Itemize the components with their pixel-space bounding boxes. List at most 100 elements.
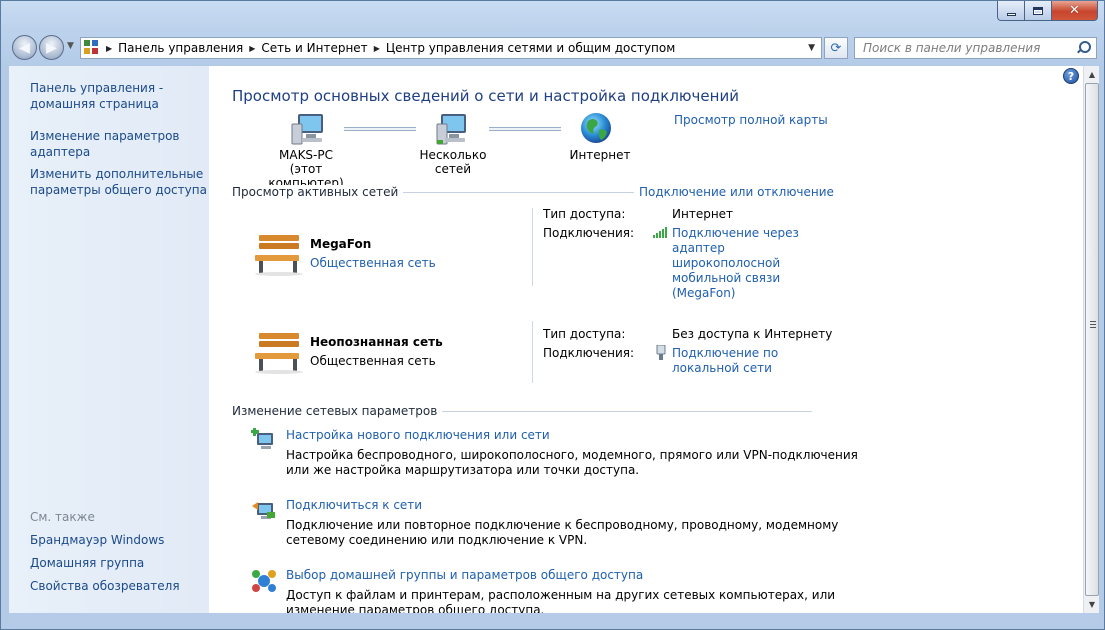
see-also-homegroup[interactable]: Домашняя группа xyxy=(30,555,144,571)
connection-line: мобильной связи xyxy=(672,271,781,285)
sidebar-link-control-panel-home[interactable]: Панель управления - домашняя страница xyxy=(30,80,163,112)
breadcrumb-arrow-icon[interactable]: ▶ xyxy=(106,44,112,53)
network-category-link[interactable]: Общественная сеть xyxy=(310,256,436,270)
forward-button[interactable]: ▶ xyxy=(39,35,64,60)
public-network-bench-icon xyxy=(255,235,303,276)
breadcrumb-network-center[interactable]: Центр управления сетями и общим доступом xyxy=(386,41,675,55)
connection-link-mobile-broadband[interactable]: Подключение через адаптер широкополосной… xyxy=(672,226,799,301)
search-box[interactable]: Поиск в панели управления xyxy=(854,37,1097,59)
scroll-up-icon[interactable]: ▲ xyxy=(1084,66,1100,83)
connection-line: широкополосной xyxy=(672,256,781,270)
navigation-bar: ◀ ▶ ▼ ▶ Панель управления ▶ Сеть и Интер… xyxy=(1,31,1105,63)
back-arrow-icon: ◀ xyxy=(19,39,30,56)
sidebar-link-line: Изменение параметров xyxy=(30,129,180,143)
task-desc-line: изменение параметров общего доступа. xyxy=(286,603,545,613)
task-new-connection-desc: Настройка беспроводного, широкополосного… xyxy=(286,448,858,478)
sidebar-link-line: Изменить дополнительные xyxy=(30,167,204,181)
internet-globe-icon[interactable] xyxy=(580,112,614,146)
breadcrumb-arrow-icon[interactable]: ▶ xyxy=(249,44,255,53)
connection-line: Подключение по xyxy=(672,346,779,360)
network-name-unidentified: Неопознанная сеть xyxy=(310,335,443,349)
map-connector-line xyxy=(489,127,561,131)
maximize-icon xyxy=(1033,6,1043,15)
window-bottom-border xyxy=(9,613,1099,625)
minimize-button[interactable] xyxy=(997,1,1025,21)
ethernet-plug-icon xyxy=(656,345,666,360)
see-also-heading: См. также xyxy=(30,510,95,524)
breadcrumb-network-internet[interactable]: Сеть и Интернет xyxy=(261,41,367,55)
view-full-map-link[interactable]: Просмотр полной карты xyxy=(674,113,828,127)
vertical-separator xyxy=(532,208,533,286)
connect-disconnect-link[interactable]: Подключение или отключение xyxy=(634,185,834,199)
connections-label: Подключения: xyxy=(543,226,635,240)
task-desc-line: Доступ к файлам и принтерам, расположенн… xyxy=(286,588,836,602)
computer-icon xyxy=(291,114,323,145)
see-also-internet-options[interactable]: Свойства обозревателя xyxy=(30,578,180,594)
active-networks-heading: Просмотр активных сетей xyxy=(232,185,404,199)
forward-arrow-icon: ▶ xyxy=(46,39,57,56)
minimize-icon xyxy=(1006,13,1016,16)
homegroup-icon xyxy=(252,570,276,592)
sidebar-link-line: параметры общего доступа xyxy=(30,183,207,197)
maximize-button[interactable] xyxy=(1025,1,1052,21)
breadcrumb-control-panel[interactable]: Панель управления xyxy=(118,41,243,55)
control-panel-icon xyxy=(84,40,100,56)
task-desc-line: Настройка беспроводного, широкополосного… xyxy=(286,448,858,462)
address-bar[interactable]: ▶ Панель управления ▶ Сеть и Интернет ▶ … xyxy=(80,37,822,59)
close-button[interactable]: ✕ xyxy=(1052,1,1098,21)
help-icon[interactable]: ? xyxy=(1063,68,1079,84)
map-internet-label[interactable]: Интернет xyxy=(568,148,632,162)
signal-strength-icon xyxy=(653,227,667,238)
breadcrumb-arrow-icon[interactable]: ▶ xyxy=(374,44,380,53)
scroll-grip-icon xyxy=(1090,321,1096,329)
access-type-label: Тип доступа: xyxy=(543,327,626,341)
search-icon[interactable] xyxy=(1076,41,1091,55)
sidebar-link-sharing-settings[interactable]: Изменить дополнительные параметры общего… xyxy=(30,166,207,198)
sidebar-link-line: Панель управления - xyxy=(30,81,164,95)
task-connect-network-desc: Подключение или повторное подключение к … xyxy=(286,518,838,548)
sidebar-link-adapter-settings[interactable]: Изменение параметров адаптера xyxy=(30,128,180,160)
access-type-value: Интернет xyxy=(672,207,734,221)
map-connector-line xyxy=(344,127,416,131)
connect-to-network-icon xyxy=(252,502,275,519)
window-frame: ✕ ◀ ▶ ▼ ▶ Панель управления ▶ Сеть и Инт… xyxy=(0,0,1105,630)
page-title: Просмотр основных сведений о сети и наст… xyxy=(232,87,739,105)
access-type-value: Без доступа к Интернету xyxy=(672,327,833,341)
recent-pages-dropdown[interactable]: ▼ xyxy=(67,41,74,51)
task-homegroup-desc: Доступ к файлам и принтерам, расположенн… xyxy=(286,588,835,613)
sidebar-link-line: адаптера xyxy=(30,145,91,159)
see-also-firewall[interactable]: Брандмауэр Windows xyxy=(30,532,164,548)
back-button[interactable]: ◀ xyxy=(12,35,37,60)
task-desc-line: или же настройка маршрутизатора или точк… xyxy=(286,463,640,477)
vertical-scrollbar[interactable]: ▲ ▼ xyxy=(1083,66,1099,613)
search-input[interactable]: Поиск в панели управления xyxy=(863,41,1076,55)
connection-line: Подключение через xyxy=(672,226,799,240)
map-networks-label[interactable]: Несколько сетей xyxy=(401,148,505,176)
task-new-connection-link[interactable]: Настройка нового подключения или сети xyxy=(286,428,550,442)
sidebar-link-line: домашняя страница xyxy=(30,97,159,111)
connections-label: Подключения: xyxy=(543,346,635,360)
access-type-label: Тип доступа: xyxy=(543,207,626,221)
scroll-down-icon[interactable]: ▼ xyxy=(1084,596,1100,613)
change-settings-heading: Изменение сетевых параметров xyxy=(232,404,443,418)
close-icon: ✕ xyxy=(1069,3,1080,18)
connection-line: (MegaFon) xyxy=(672,286,736,300)
multiple-networks-icon[interactable] xyxy=(435,112,471,146)
public-network-bench-icon xyxy=(255,333,303,374)
task-homegroup-link[interactable]: Выбор домашней группы и параметров общег… xyxy=(286,568,643,582)
connection-link-lan[interactable]: Подключение по локальной сети xyxy=(672,346,778,376)
caption-buttons: ✕ xyxy=(997,1,1098,21)
address-dropdown-icon[interactable]: ▼ xyxy=(808,43,815,53)
task-desc-line: сетевому соединению или подключение к VP… xyxy=(286,533,588,547)
refresh-button[interactable]: ⟳ xyxy=(824,37,848,59)
scroll-thumb[interactable] xyxy=(1085,83,1099,596)
computer-name: MAKS-PC xyxy=(279,148,333,162)
map-computer-label[interactable]: MAKS-PC (этот компьютер) xyxy=(264,148,348,190)
network-name-megafon: MegaFon xyxy=(310,237,372,251)
connection-line: адаптер xyxy=(672,241,725,255)
new-connection-icon xyxy=(251,428,273,449)
network-category-text: Общественная сеть xyxy=(310,354,436,368)
task-connect-network-link[interactable]: Подключиться к сети xyxy=(286,498,422,512)
task-desc-line: Подключение или повторное подключение к … xyxy=(286,518,839,532)
refresh-icon: ⟳ xyxy=(830,40,842,56)
